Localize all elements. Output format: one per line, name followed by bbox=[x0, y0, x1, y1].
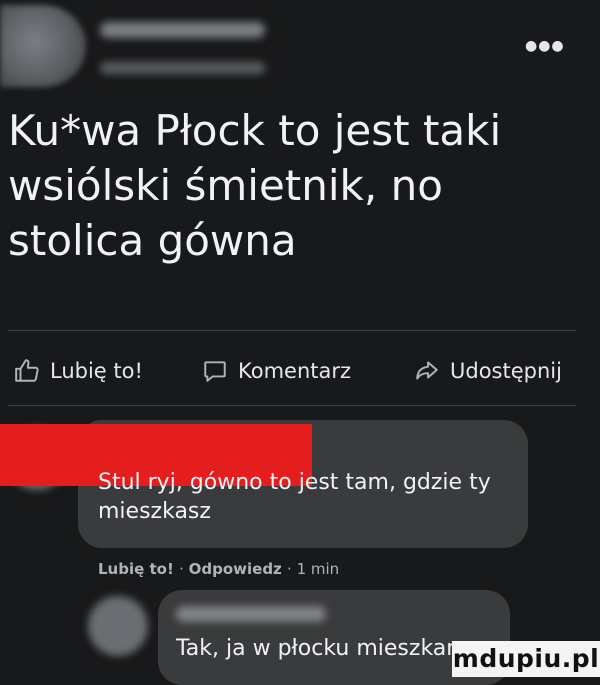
comment-meta: Lubię to! · Odpowiedz · 1 min bbox=[98, 560, 339, 578]
reply-text: Tak, ja w płocku mieszkam bbox=[176, 636, 468, 661]
reply-author-name-redacted[interactable] bbox=[176, 606, 326, 622]
comment-label: Komentarz bbox=[238, 359, 352, 383]
post-meta-redacted bbox=[100, 62, 265, 74]
separator-dot: · bbox=[287, 560, 297, 578]
more-options-button[interactable]: ●●● bbox=[525, 36, 565, 56]
comment-button[interactable]: Komentarz bbox=[202, 358, 351, 384]
separator-dot: · bbox=[179, 560, 189, 578]
more-horizontal-icon: ●●● bbox=[525, 38, 565, 54]
comment-reply-link[interactable]: Odpowiedz bbox=[189, 560, 282, 578]
post-text: Ku*wa Płock to jest taki wsiólski śmietn… bbox=[8, 106, 502, 265]
comment-like-link[interactable]: Lubię to! bbox=[98, 560, 174, 578]
comment-text: Stul ryj, gówno to jest tam, gdzie ty mi… bbox=[98, 470, 491, 524]
top-divider bbox=[8, 330, 576, 331]
post-author-name-redacted[interactable] bbox=[100, 22, 265, 38]
like-label: Lubię to! bbox=[50, 359, 143, 383]
post-author-avatar[interactable] bbox=[0, 5, 86, 87]
site-watermark: mdupiu.pl bbox=[452, 641, 600, 677]
thumbs-up-icon bbox=[15, 359, 39, 382]
comment-time: 1 min bbox=[296, 560, 340, 578]
bottom-divider bbox=[8, 405, 576, 406]
share-label: Udostępnij bbox=[450, 359, 562, 383]
share-button[interactable]: Udostępnij bbox=[414, 358, 562, 384]
reply-author-avatar[interactable] bbox=[88, 596, 148, 656]
share-arrow-icon bbox=[416, 361, 438, 380]
comment-bubble-icon bbox=[204, 361, 226, 382]
like-button[interactable]: Lubię to! bbox=[14, 358, 143, 384]
